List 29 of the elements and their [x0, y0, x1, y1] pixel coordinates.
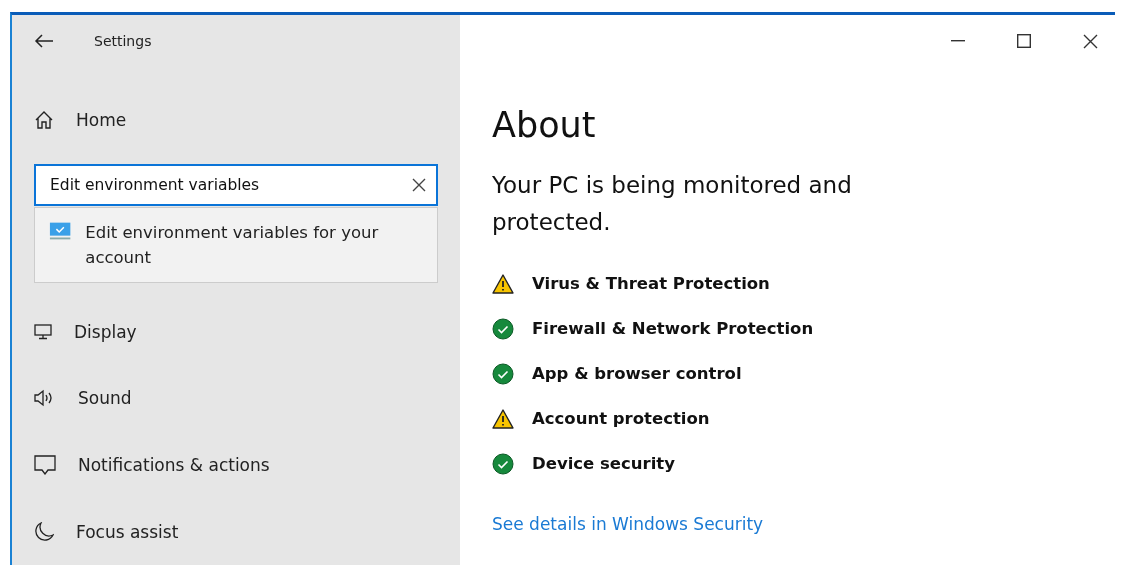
nav-item[interactable]: Focus assist [12, 498, 460, 565]
moon-icon [34, 521, 54, 542]
close-icon [1082, 33, 1098, 49]
minimize-icon [951, 40, 965, 42]
status-label: Virus & Threat Protection [532, 274, 770, 293]
nav-item[interactable]: Notifications & actions [12, 431, 460, 499]
search-field[interactable]: Edit environment variables [34, 164, 438, 207]
monitor-icon [34, 323, 52, 340]
back-arrow-icon [34, 32, 54, 49]
maximize-icon [1017, 34, 1031, 48]
status-label: Firewall & Network Protection [532, 319, 814, 338]
nav-item[interactable]: Sound [12, 365, 460, 432]
search-suggestion[interactable]: Edit environment variables for your account [49, 220, 423, 270]
home-nav-item[interactable]: Home [12, 86, 460, 154]
home-icon [34, 110, 54, 130]
clear-button[interactable] [412, 178, 426, 193]
search-input[interactable]: Edit environment variables [50, 176, 412, 195]
protection-summary: Your PC is being monitored and protected. [492, 171, 853, 237]
back-button[interactable] [34, 32, 54, 49]
page-title: About [492, 105, 597, 145]
nav-item[interactable]: Display [12, 298, 460, 366]
close-icon [412, 178, 426, 193]
speech-bubble-icon [34, 455, 56, 476]
status-label: Device security [532, 454, 675, 473]
windows-security-link[interactable]: See details in Windows Security [492, 514, 764, 534]
window-title: Settings [94, 32, 152, 49]
status-label: App & browser control [532, 364, 742, 383]
monitor-icon [49, 220, 72, 242]
status-label: Account protection [532, 409, 710, 428]
